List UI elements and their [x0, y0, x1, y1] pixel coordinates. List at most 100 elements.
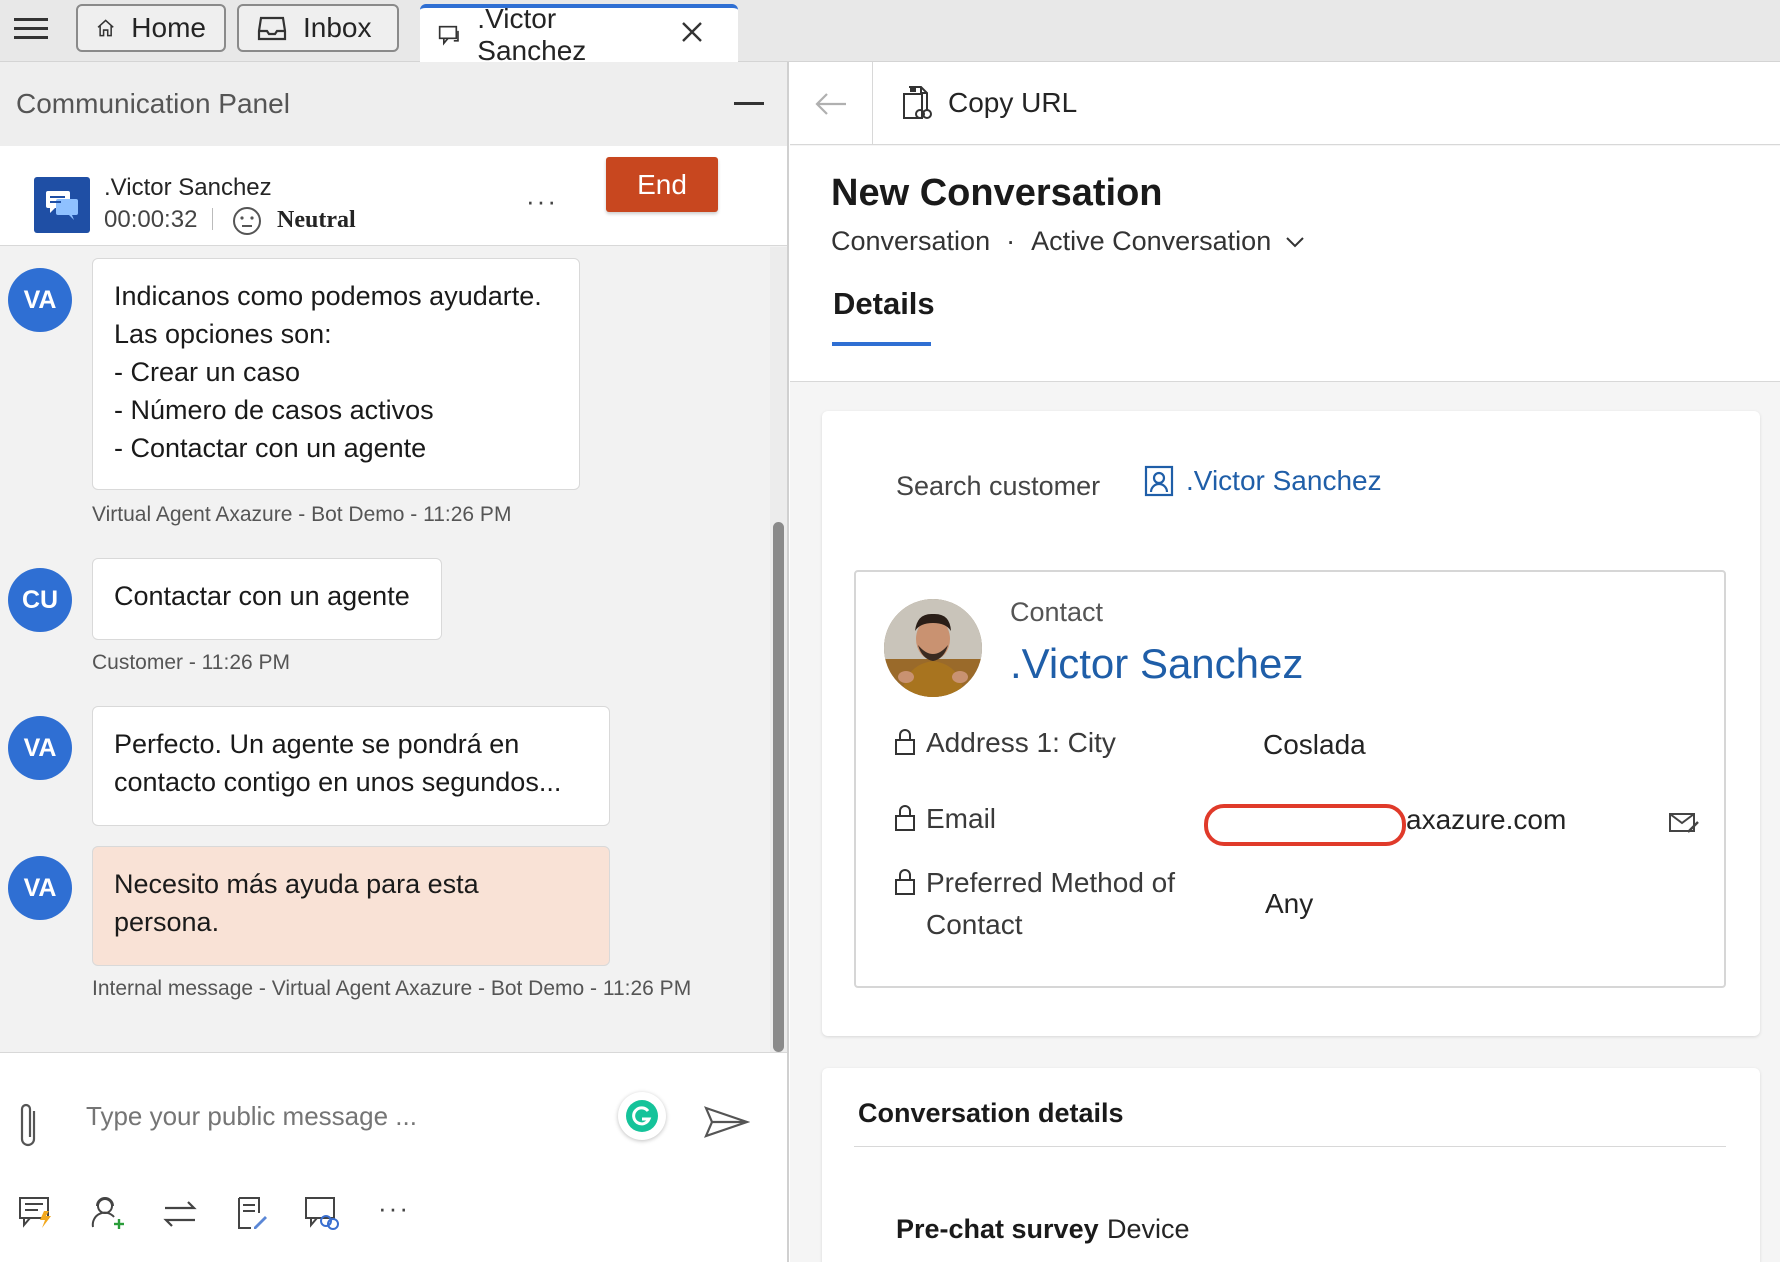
form-header: New Conversation Conversation · Active C… [790, 146, 1780, 382]
preferred-contact-label-line: Preferred Method of [926, 867, 1176, 898]
message-line: contacto contigo en unos segundos... [114, 767, 562, 797]
message-line: Necesito más ayuda para esta [114, 869, 479, 899]
active-tab-indicator [832, 342, 931, 346]
chat-scrollbar-thumb[interactable] [773, 522, 784, 1052]
conversation-details-title: Conversation details [858, 1098, 1124, 1128]
copy-url-label: Copy URL [948, 87, 1078, 118]
divider [872, 62, 873, 145]
divider [212, 208, 213, 230]
communication-panel: Communication Panel .Victor Sanchez 00:0… [0, 62, 789, 1262]
tab-conversation[interactable]: .Victor Sanchez [420, 3, 738, 66]
message-line: Contactar con un agente [114, 581, 410, 611]
neutral-face-icon [232, 206, 262, 241]
message-composer: ··· [0, 1052, 787, 1262]
session-customer-name: .Victor Sanchez [104, 174, 272, 201]
chat-transcript: VA Indicanos como podemos ayudarte. Las … [0, 247, 787, 1052]
back-arrow-icon[interactable] [814, 90, 848, 123]
message-input[interactable] [86, 1093, 586, 1139]
message-meta: Virtual Agent Axazure - Bot Demo - 11:26… [92, 503, 512, 526]
command-bar: Copy URL [790, 62, 1780, 145]
more-options-icon[interactable]: ··· [526, 186, 558, 217]
tab-home-label: Home [131, 12, 206, 43]
transfer-icon[interactable] [162, 1199, 198, 1234]
quick-replies-icon[interactable] [18, 1195, 54, 1234]
copy-url-icon [903, 86, 932, 119]
form-selector[interactable]: Active Conversation [1031, 226, 1271, 257]
hamburger-menu-icon[interactable] [14, 16, 48, 47]
tab-inbox-label: Inbox [303, 12, 372, 43]
tab-inbox[interactable]: Inbox [237, 4, 399, 52]
lock-icon [894, 868, 916, 901]
internal-message-bubble: Necesito más ayuda para esta persona. [92, 846, 610, 966]
email-value: axazure.com [1406, 804, 1567, 835]
communication-panel-title: Communication Panel [16, 88, 290, 119]
message-line: - Contactar con un agente [114, 433, 427, 463]
contact-card-icon [1144, 465, 1174, 497]
tab-details[interactable]: Details [833, 286, 935, 322]
app-tab-bar: Home Inbox .Victor Sanchez [0, 0, 1780, 66]
preferred-contact-label-line: Contact [926, 909, 1023, 940]
address-city-value: Coslada [1263, 729, 1366, 760]
inbox-icon [257, 16, 287, 41]
copy-url-button[interactable]: Copy URL [900, 84, 1077, 122]
conversation-details-section: Conversation details Pre-chat survey Dev… [822, 1068, 1760, 1262]
sentiment-label: Neutral [277, 207, 356, 233]
device-label: Device [1107, 1214, 1190, 1244]
customer-link-text: .Victor Sanchez [1186, 465, 1382, 496]
message-line: - Número de casos activos [114, 395, 434, 425]
close-tab-icon[interactable] [680, 19, 720, 51]
consult-agent-icon[interactable] [90, 1195, 126, 1236]
message-meta: Internal message - Virtual Agent Axazure… [92, 977, 692, 1000]
record-panel: Copy URL New Conversation Conversation ·… [790, 62, 1780, 1262]
contact-photo [884, 599, 982, 697]
attach-icon[interactable] [14, 1101, 44, 1156]
customer-section: Search customer .Victor Sanchez Contact … [822, 411, 1760, 1036]
bot-avatar: VA [8, 716, 72, 780]
end-session-button[interactable]: End [606, 157, 718, 212]
form-title: New Conversation [831, 172, 1163, 214]
divider [854, 1146, 1726, 1147]
lock-icon [894, 804, 916, 837]
more-actions-icon[interactable]: ··· [378, 1193, 410, 1224]
message-line: persona. [114, 907, 220, 937]
message-bubble: Perfecto. Un agente se pondrá en contact… [92, 706, 610, 826]
minimize-panel-icon[interactable] [734, 102, 764, 105]
preferred-contact-value: Any [1265, 888, 1314, 919]
contact-name-link[interactable]: .Victor Sanchez [1010, 640, 1303, 688]
message-meta: Customer - 11:26 PM [92, 651, 291, 674]
tab-conversation-label: .Victor Sanchez [477, 3, 587, 66]
message-bubble: Contactar con un agente [92, 558, 442, 640]
bot-avatar: VA [8, 856, 72, 920]
send-icon[interactable] [704, 1105, 751, 1144]
email-label: Email [926, 803, 997, 834]
pre-chat-survey-label: Pre-chat survey [896, 1214, 1099, 1244]
link-conversation-icon[interactable] [304, 1195, 340, 1236]
home-icon [97, 19, 114, 37]
message-line: Perfecto. Un agente se pondrá en [114, 729, 520, 759]
send-email-icon[interactable] [1668, 810, 1700, 841]
customer-avatar: CU [8, 568, 72, 632]
customer-lookup-link[interactable]: .Victor Sanchez [1144, 465, 1382, 497]
session-timer: 00:00:32 [104, 206, 198, 233]
contact-type-label: Contact [1010, 597, 1104, 627]
communication-panel-header: Communication Panel [0, 62, 787, 146]
conversation-icon [438, 25, 459, 46]
separator: · [1006, 226, 1016, 256]
contact-card: Contact .Victor Sanchez Address 1: City … [854, 570, 1726, 988]
bot-avatar: VA [8, 268, 72, 332]
form-subtitle: Conversation · Active Conversation [831, 226, 1305, 257]
chat-channel-icon [34, 177, 90, 233]
message-line: - Crear un caso [114, 357, 301, 387]
message-line: Indicanos como podemos ayudarte. [114, 281, 542, 311]
message-bubble: Indicanos como podemos ayudarte. Las opc… [92, 258, 580, 490]
address-city-label: Address 1: City [926, 727, 1116, 758]
redaction-mark [1204, 804, 1406, 846]
chevron-down-icon[interactable] [1285, 235, 1305, 249]
entity-name: Conversation [831, 226, 991, 256]
preferred-contact-label: Preferred Method of Contact [926, 862, 1175, 946]
notes-icon[interactable] [236, 1195, 268, 1236]
search-customer-label: Search customer [896, 471, 1101, 501]
tab-home[interactable]: Home [76, 4, 226, 52]
grammarly-icon[interactable] [618, 1092, 666, 1140]
lock-icon [894, 728, 916, 761]
